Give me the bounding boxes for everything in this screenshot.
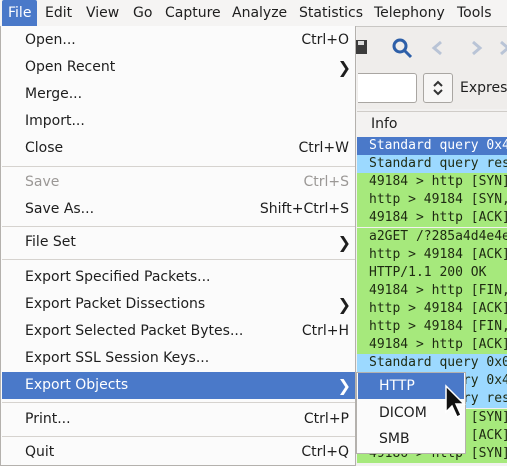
go-forward-icon[interactable] [465, 37, 487, 59]
menu-item-label: Print... [25, 411, 71, 427]
menu-bar: File Edit View Go Capture Analyze Statis… [0, 0, 507, 27]
packet-info-cell: Standard query 0x0 [369, 355, 507, 371]
menu-item-close[interactable]: Close Ctrl+W [2, 135, 355, 162]
menu-item-accelerator: Ctrl+S [303, 174, 349, 190]
packet-info-cell: http > 49184 [ACK] [369, 300, 507, 316]
menu-separator [2, 226, 355, 227]
menu-item-accelerator: Ctrl+P [303, 411, 349, 427]
menu-telephony[interactable]: Telephony [368, 0, 451, 26]
submenu-item-smb[interactable]: SMB [358, 426, 464, 452]
submenu-item-label: SMB [379, 431, 410, 447]
menu-item-save[interactable]: Save Ctrl+S [2, 169, 355, 196]
menu-item-save-as[interactable]: Save As... Shift+Ctrl+S [2, 196, 355, 223]
expression-button[interactable]: Express [460, 80, 507, 96]
column-info[interactable]: Info [371, 116, 398, 132]
menu-item-label: Close [25, 140, 64, 156]
packet-info-cell: http > 49184 [SYN, [369, 192, 507, 208]
menu-item-export-specified-packets[interactable]: Export Specified Packets... [2, 264, 355, 291]
packet-info-cell: HTTP/1.1 200 OK [369, 264, 487, 280]
chevron-right-icon: ❯ [337, 376, 351, 395]
menu-item-export-selected-packet-bytes[interactable]: Export Selected Packet Bytes... Ctrl+H [2, 318, 355, 345]
submenu-item-label: HTTP [379, 378, 415, 394]
mouse-pointer-icon [445, 384, 466, 419]
packet-info-cell: 49184 > http [SYN] [369, 174, 507, 190]
packet-row[interactable]: Standard query 0x4 [357, 137, 507, 155]
menu-analyze[interactable]: Analyze [226, 0, 293, 26]
packet-row[interactable]: a2GET /?285a4d4e4e5a [357, 227, 507, 246]
packet-row[interactable]: 49184 > http [ACK] [357, 336, 507, 355]
menu-item-label: Export Specified Packets... [25, 269, 211, 285]
menu-item-export-ssl-session-keys[interactable]: Export SSL Session Keys... [2, 345, 355, 372]
packet-info-cell: 49184 > http [ACK] [369, 210, 507, 226]
go-to-packet-icon[interactable] [495, 37, 507, 59]
display-filter-input[interactable] [358, 73, 417, 103]
menu-capture[interactable]: Capture [159, 0, 227, 26]
menu-item-label: Quit [25, 444, 55, 460]
menu-item-label: Open Recent [25, 59, 116, 75]
menu-separator [2, 436, 355, 437]
packet-row[interactable]: Standard query res [357, 155, 507, 174]
packet-row[interactable]: http > 49184 [ACK] [357, 245, 507, 264]
menu-separator [2, 259, 355, 260]
packet-list-header[interactable]: Info [357, 111, 507, 138]
chevron-right-icon: ❯ [337, 58, 351, 77]
packet-row[interactable]: 49184 > http [FIN, [357, 281, 507, 300]
menu-item-label: File Set [25, 234, 76, 250]
packet-info-cell: Standard query res [369, 156, 507, 172]
menu-item-export-objects[interactable]: Export Objects ❯ [2, 372, 355, 399]
menu-item-label: Save As... [25, 201, 95, 217]
packet-info-cell: a2GET /?285a4d4e4e5a [369, 228, 507, 244]
filter-history-dropdown[interactable] [423, 73, 453, 103]
main-toolbar [355, 27, 507, 69]
menu-file[interactable]: File [2, 0, 38, 26]
menu-item-label: Export Selected Packet Bytes... [25, 323, 244, 339]
menu-item-import[interactable]: Import... [2, 108, 355, 135]
menu-item-export-packet-dissections[interactable]: Export Packet Dissections ❯ [2, 291, 355, 318]
packet-row[interactable]: 49184 > http [ACK] [357, 209, 507, 228]
chevron-right-icon: ❯ [337, 233, 351, 252]
packet-row[interactable]: http > 49184 [FIN, [357, 318, 507, 336]
menu-item-open-recent[interactable]: Open Recent ❯ [2, 54, 355, 81]
menu-edit[interactable]: Edit [39, 0, 78, 26]
menu-separator [2, 166, 355, 167]
menu-item-label: Export Objects [25, 377, 129, 393]
chevron-right-icon: ❯ [337, 295, 351, 314]
updown-chevron-icon [433, 80, 443, 96]
menu-item-label: Export Packet Dissections [25, 296, 206, 312]
packet-row[interactable]: Standard query 0x0 [357, 354, 507, 373]
menu-item-label: Open... [25, 32, 76, 48]
menu-separator [2, 402, 355, 403]
packet-info-cell: http > 49184 [ACK] [369, 246, 507, 262]
find-packet-icon[interactable] [391, 37, 413, 59]
menu-item-accelerator: Ctrl+W [298, 140, 349, 156]
packet-info-cell: 49184 > http [ACK] [369, 337, 507, 353]
packet-row[interactable]: HTTP/1.1 200 OK [357, 263, 507, 282]
menu-go[interactable]: Go [127, 0, 158, 26]
packet-info-cell: Standard query 0x4 [369, 138, 507, 153]
menu-item-accelerator: Ctrl+H [301, 323, 349, 339]
menu-item-accelerator: Ctrl+O [301, 32, 349, 48]
packet-row[interactable]: 49184 > http [SYN] [357, 173, 507, 192]
menu-item-file-set[interactable]: File Set ❯ [2, 229, 355, 256]
menu-item-accelerator: Shift+Ctrl+S [259, 201, 349, 217]
packet-row[interactable]: http > 49184 [SYN, [357, 191, 507, 210]
menu-item-quit[interactable]: Quit Ctrl+Q [2, 439, 355, 466]
menu-item-label: Save [25, 174, 60, 190]
menu-item-label: Export SSL Session Keys... [25, 350, 210, 366]
menu-item-accelerator: Ctrl+Q [301, 444, 349, 460]
menu-view[interactable]: View [80, 0, 125, 26]
menu-item-label: Import... [25, 113, 85, 129]
menu-statistics[interactable]: Statistics [293, 0, 369, 26]
go-back-icon[interactable] [427, 37, 449, 59]
menu-item-open[interactable]: Open... Ctrl+O [2, 27, 355, 54]
packet-row[interactable]: http > 49184 [ACK] [357, 299, 507, 318]
menu-item-label: Merge... [25, 86, 83, 102]
submenu-item-label: DICOM [379, 405, 427, 421]
file-menu: Open... Ctrl+O Open Recent ❯ Merge... Im… [0, 26, 356, 466]
packet-info-cell: 49184 > http [FIN, [369, 282, 507, 298]
packet-info-cell: http > 49184 [FIN, [369, 319, 507, 334]
menu-item-print[interactable]: Print... Ctrl+P [2, 406, 355, 433]
menu-item-merge[interactable]: Merge... [2, 81, 355, 108]
menu-tools[interactable]: Tools [451, 0, 498, 26]
